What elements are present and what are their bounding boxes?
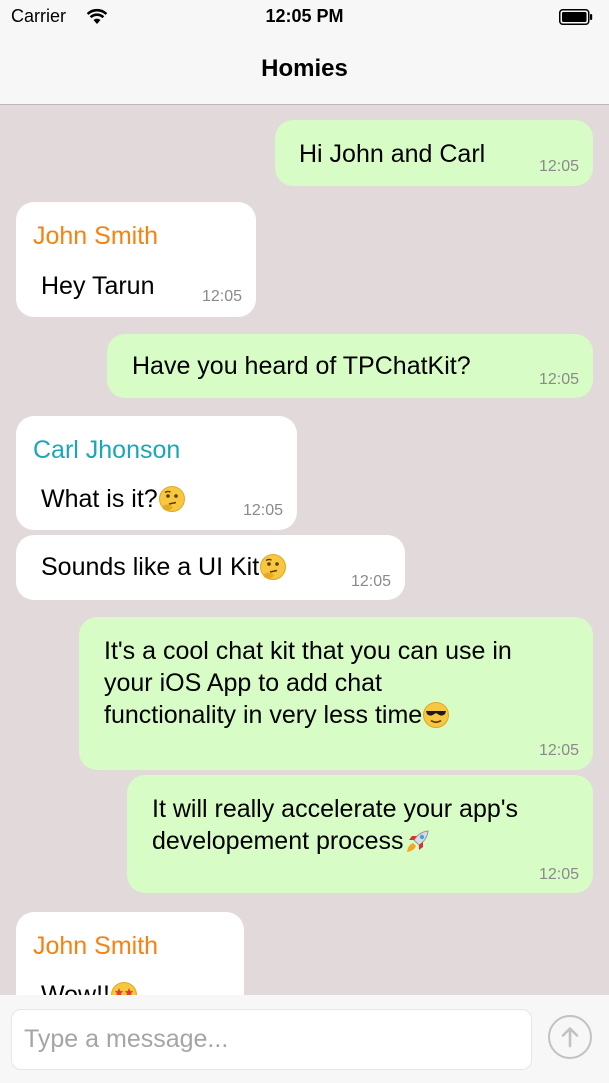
message-text: What is it? bbox=[41, 483, 186, 515]
message-time: 12:05 bbox=[350, 573, 391, 590]
message-time: 12:05 bbox=[538, 742, 579, 759]
message-text: Hi John and Carl bbox=[299, 140, 486, 168]
sender-name: John Smith bbox=[33, 932, 159, 960]
outgoing-message-bubble[interactable]: It will really accelerate your app's dev… bbox=[127, 775, 593, 893]
thinking-face-icon bbox=[158, 486, 185, 512]
incoming-message-bubble[interactable]: Carl Jhonson What is it? 12:05 bbox=[16, 416, 297, 530]
send-arrow-icon bbox=[561, 1027, 579, 1048]
message-text: Sounds like a UI Kit bbox=[41, 551, 287, 583]
message-input[interactable] bbox=[11, 1009, 532, 1070]
chat-thread[interactable]: Hi John and Carl 12:05 John Smith Hey Ta… bbox=[0, 105, 609, 995]
navigation-bar: Homies bbox=[0, 36, 609, 105]
star-struck-face-icon bbox=[111, 982, 137, 995]
message-text-content: Wow!! bbox=[41, 981, 110, 995]
message-text: Have you heard of TPChatKit? bbox=[132, 352, 471, 380]
message-time: 12:05 bbox=[201, 288, 242, 305]
send-button[interactable] bbox=[548, 1015, 592, 1059]
message-composer bbox=[0, 995, 609, 1083]
chat-title: Homies bbox=[261, 55, 348, 82]
message-text-content: It's a cool chat kit that you can use in… bbox=[104, 637, 512, 729]
message-text: It will really accelerate your app's dev… bbox=[152, 793, 518, 857]
outgoing-message-bubble[interactable]: It's a cool chat kit that you can use in… bbox=[79, 617, 593, 770]
message-time: 12:05 bbox=[538, 866, 579, 883]
incoming-message-bubble[interactable]: Sounds like a UI Kit 12:05 bbox=[16, 535, 405, 600]
thinking-face-icon bbox=[260, 554, 287, 580]
sunglasses-face-icon bbox=[423, 702, 450, 728]
battery-icon bbox=[559, 9, 593, 25]
message-time: 12:05 bbox=[538, 158, 579, 175]
message-text-content: Sounds like a UI Kit bbox=[41, 553, 260, 581]
message-text: Hey Tarun bbox=[41, 272, 155, 300]
sender-name: Carl Jhonson bbox=[33, 436, 181, 464]
message-text-content: It will really accelerate your app's dev… bbox=[152, 795, 519, 855]
message-time: 12:05 bbox=[242, 502, 283, 519]
status-bar: Carrier 12:05 PM bbox=[0, 0, 609, 36]
incoming-message-bubble[interactable]: John Smith Wow!! bbox=[16, 912, 244, 995]
outgoing-message-bubble[interactable]: Have you heard of TPChatKit? 12:05 bbox=[107, 334, 593, 398]
message-text: It's a cool chat kit that you can use in… bbox=[104, 635, 512, 731]
message-text: Wow!! bbox=[41, 979, 138, 995]
incoming-message-bubble[interactable]: John Smith Hey Tarun 12:05 bbox=[16, 202, 256, 317]
message-text-content: What is it? bbox=[41, 485, 158, 513]
message-time: 12:05 bbox=[538, 371, 579, 388]
outgoing-message-bubble[interactable]: Hi John and Carl 12:05 bbox=[275, 120, 593, 186]
rocket-icon bbox=[406, 830, 429, 852]
clock: 12:05 PM bbox=[265, 6, 344, 26]
sender-name: John Smith bbox=[33, 222, 159, 250]
